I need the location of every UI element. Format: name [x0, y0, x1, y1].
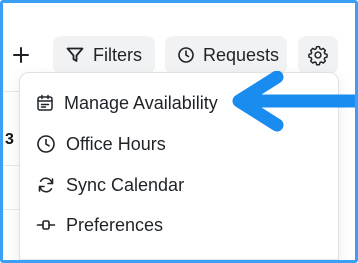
screenshot-frame: 3 Filters Requests Manage Availability O…	[0, 0, 358, 263]
add-button[interactable]	[3, 36, 39, 74]
menu-item-sync-calendar[interactable]: Sync Calendar	[36, 170, 184, 200]
requests-label: Requests	[203, 44, 280, 65]
menu-item-manage-availability[interactable]: Manage Availability	[36, 88, 218, 118]
settings-button[interactable]	[298, 36, 338, 74]
menu-item-label: Manage Availability	[64, 92, 218, 113]
menu-divider	[20, 259, 338, 260]
filters-button[interactable]: Filters	[53, 36, 155, 74]
menu-item-label: Preferences	[66, 214, 164, 235]
menu-item-label: Office Hours	[66, 133, 166, 154]
plus-icon	[12, 46, 30, 64]
filters-label: Filters	[93, 44, 142, 65]
menu-item-label: Sync Calendar	[66, 174, 185, 195]
table-cell-value: 3	[5, 131, 14, 148]
clock-icon	[36, 134, 56, 154]
annotation-arrow-icon	[232, 71, 355, 132]
slider-icon	[36, 215, 56, 235]
sync-icon	[36, 175, 56, 195]
calendar-icon	[36, 94, 54, 112]
clock-icon	[177, 46, 195, 64]
background-table: 3	[3, 81, 19, 260]
menu-item-office-hours[interactable]: Office Hours	[36, 129, 166, 159]
menu-item-preferences[interactable]: Preferences	[36, 210, 163, 240]
gear-icon	[307, 44, 329, 66]
requests-button[interactable]: Requests	[165, 36, 287, 74]
filter-icon	[65, 45, 85, 65]
